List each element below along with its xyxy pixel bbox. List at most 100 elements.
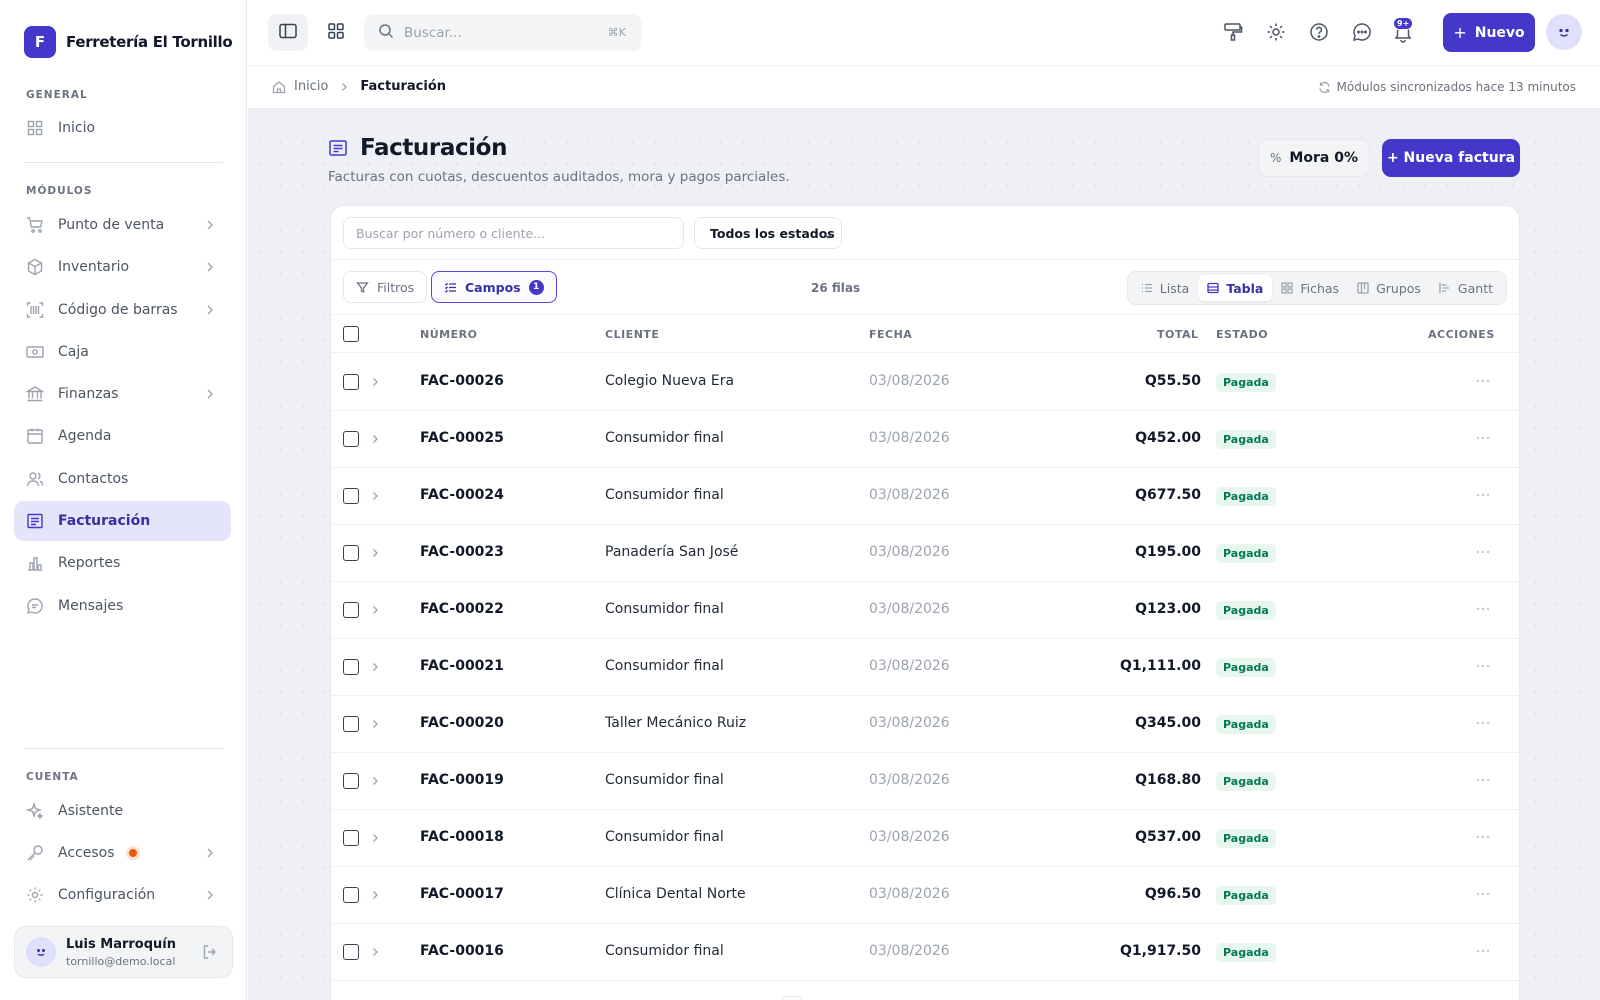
invoice-number[interactable]: FAC-00020 <box>420 715 504 731</box>
state-select[interactable]: Todos los estados <box>694 217 842 249</box>
invoice-number[interactable]: FAC-00022 <box>420 601 504 617</box>
row-checkbox[interactable] <box>343 716 359 732</box>
chevron-right-icon[interactable] <box>369 775 381 787</box>
more-actions-icon[interactable] <box>1475 373 1491 389</box>
sidebar-item-accesos[interactable]: Accesos <box>14 833 231 873</box>
chevron-right-icon[interactable] <box>369 832 381 844</box>
row-checkbox[interactable] <box>343 830 359 846</box>
new-invoice-button[interactable]: + Nueva factura <box>1382 139 1520 177</box>
select-all-checkbox[interactable] <box>343 326 359 342</box>
sidebar-item-caja[interactable]: Caja <box>14 332 231 372</box>
chevron-right-icon[interactable] <box>369 490 381 502</box>
sidebar-item-asistente[interactable]: Asistente <box>14 791 231 831</box>
breadcrumb-home[interactable]: Inicio <box>294 79 328 94</box>
row-checkbox[interactable] <box>343 773 359 789</box>
sidebar-item-mensajes[interactable]: Mensajes <box>14 586 231 626</box>
avatar[interactable] <box>1546 14 1582 50</box>
chevron-right-icon[interactable] <box>369 604 381 616</box>
more-actions-icon[interactable] <box>1475 715 1491 731</box>
table-row[interactable]: FAC-00020 Taller Mecánico Ruiz 03/08/2026 Q… <box>331 696 1519 753</box>
view-fichas[interactable]: Fichas <box>1272 275 1348 301</box>
invoice-number[interactable]: FAC-00019 <box>420 772 504 788</box>
table-row[interactable]: FAC-00021 Consumidor final 03/08/2026 Q1,11… <box>331 639 1519 696</box>
table-row[interactable]: FAC-00017 Clínica Dental Norte 03/08/2026 Q… <box>331 867 1519 924</box>
table-row[interactable]: FAC-00019 Consumidor final 03/08/2026 Q168.… <box>331 753 1519 810</box>
table-row[interactable]: FAC-00022 Consumidor final 03/08/2026 Q123.… <box>331 582 1519 639</box>
chevron-right-icon[interactable] <box>369 547 381 559</box>
settings-icon[interactable] <box>1265 21 1287 43</box>
new-button[interactable]: + Nuevo <box>1443 13 1535 52</box>
user-card[interactable]: Luis Marroquín tornillo@demo.local <box>14 926 233 978</box>
more-actions-icon[interactable] <box>1475 430 1491 446</box>
sidebar-item-configuracion[interactable]: Configuración <box>14 875 231 915</box>
sidebar-item-facturacion[interactable]: Facturación <box>14 501 231 541</box>
chevron-right-icon[interactable] <box>369 946 381 958</box>
column-header-fecha[interactable]: FECHA <box>869 328 912 341</box>
invoice-number[interactable]: FAC-00017 <box>420 886 504 902</box>
row-checkbox[interactable] <box>343 944 359 960</box>
more-actions-icon[interactable] <box>1475 829 1491 845</box>
chevron-right-icon[interactable] <box>369 661 381 673</box>
sidebar-item-finanzas[interactable]: Finanzas <box>14 374 231 414</box>
invoice-number[interactable]: FAC-00016 <box>420 943 504 959</box>
table-row[interactable]: FAC-00026 Colegio Nueva Era 03/08/2026 Q55.… <box>331 354 1519 411</box>
chevron-right-icon[interactable] <box>369 718 381 730</box>
more-actions-icon[interactable] <box>1475 772 1491 788</box>
home-icon[interactable] <box>272 80 286 94</box>
invoice-number[interactable]: FAC-00024 <box>420 487 504 503</box>
table-row[interactable]: FAC-00024 Consumidor final 03/08/2026 Q677.… <box>331 468 1519 525</box>
sidebar-item-agenda[interactable]: Agenda <box>14 416 231 456</box>
chevron-right-icon[interactable] <box>369 376 381 388</box>
row-checkbox[interactable] <box>343 887 359 903</box>
apps-button[interactable] <box>316 14 356 51</box>
invoice-number[interactable]: FAC-00021 <box>420 658 504 674</box>
sidebar-item-inventario[interactable]: Inventario <box>14 247 231 287</box>
scroll-handle[interactable] <box>781 996 803 1000</box>
invoice-number[interactable]: FAC-00018 <box>420 829 504 845</box>
paint-roller-icon[interactable] <box>1222 21 1244 43</box>
chat-icon[interactable] <box>1351 21 1373 43</box>
sidebar-toggle-button[interactable] <box>268 14 308 51</box>
table-row[interactable]: FAC-00018 Consumidor final 03/08/2026 Q537.… <box>331 810 1519 867</box>
more-actions-icon[interactable] <box>1475 601 1491 617</box>
filters-button[interactable]: Filtros <box>343 271 428 303</box>
sidebar-item-reportes[interactable]: Reportes <box>14 543 231 583</box>
sidebar-item-inicio[interactable]: Inicio <box>14 108 231 148</box>
invoice-number[interactable]: FAC-00023 <box>420 544 504 560</box>
global-search-input[interactable]: Buscar... ⌘K <box>364 14 642 51</box>
view-grupos[interactable]: Grupos <box>1348 275 1430 301</box>
table-row[interactable]: FAC-00016 Consumidor final 03/08/2026 Q1,91… <box>331 924 1519 981</box>
invoice-search-input[interactable]: Buscar por número o cliente... <box>343 217 684 249</box>
column-header-total[interactable]: TOTAL <box>1157 328 1199 341</box>
more-actions-icon[interactable] <box>1475 487 1491 503</box>
brand[interactable]: F Ferretería El Tornillo <box>24 26 233 58</box>
sidebar-item-contactos[interactable]: Contactos <box>14 459 231 499</box>
invoice-number[interactable]: FAC-00026 <box>420 373 504 389</box>
more-actions-icon[interactable] <box>1475 658 1491 674</box>
invoice-number[interactable]: FAC-00025 <box>420 430 504 446</box>
sidebar-item-punto-de-venta[interactable]: Punto de venta <box>14 205 231 245</box>
help-icon[interactable] <box>1308 21 1330 43</box>
column-header-numero[interactable]: NÚMERO <box>420 328 477 341</box>
mora-button[interactable]: % Mora 0% <box>1258 139 1370 177</box>
chevron-right-icon[interactable] <box>369 433 381 445</box>
row-checkbox[interactable] <box>343 659 359 675</box>
view-tabla[interactable]: Tabla <box>1198 275 1273 301</box>
sidebar-item-codigo-de-barras[interactable]: Código de barras <box>14 290 231 330</box>
row-checkbox[interactable] <box>343 431 359 447</box>
table-row[interactable]: FAC-00023 Panadería San José 03/08/2026 Q19… <box>331 525 1519 582</box>
more-actions-icon[interactable] <box>1475 943 1491 959</box>
column-header-cliente[interactable]: CLIENTE <box>605 328 659 341</box>
more-actions-icon[interactable] <box>1475 886 1491 902</box>
row-checkbox[interactable] <box>343 488 359 504</box>
view-gantt[interactable]: Gantt <box>1430 275 1502 301</box>
row-checkbox[interactable] <box>343 602 359 618</box>
view-lista[interactable]: Lista <box>1132 275 1199 301</box>
more-actions-icon[interactable] <box>1475 544 1491 560</box>
row-checkbox[interactable] <box>343 374 359 390</box>
logout-icon[interactable] <box>202 944 218 960</box>
table-row[interactable]: FAC-00025 Consumidor final 03/08/2026 Q452.… <box>331 411 1519 468</box>
chevron-right-icon[interactable] <box>369 889 381 901</box>
column-header-estado[interactable]: ESTADO <box>1216 328 1268 341</box>
row-checkbox[interactable] <box>343 545 359 561</box>
